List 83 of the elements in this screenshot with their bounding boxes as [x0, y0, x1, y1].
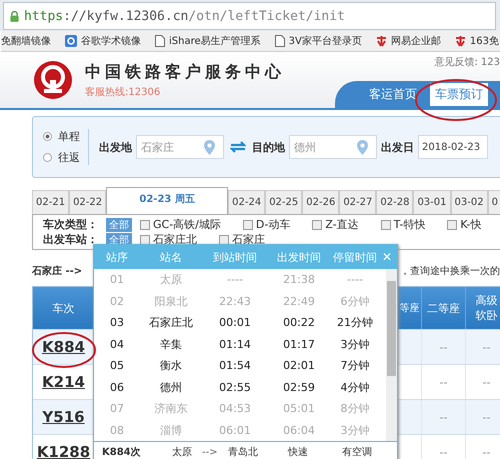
filter-checkbox[interactable]: K-快	[447, 217, 482, 232]
footer-type: 快速	[288, 446, 309, 459]
page-icon	[155, 35, 165, 47]
date-tab[interactable]: 03-02	[450, 190, 488, 214]
train-number-link[interactable]: K1288	[36, 443, 90, 459]
url-text: https://kyfw.12306.cn/otn/leftTicket/init	[24, 8, 345, 24]
address-field[interactable]: https://kyfw.12306.cn/otn/leftTicket/init	[3, 2, 496, 30]
filter-label: 出发车站：	[43, 232, 98, 247]
date-tab[interactable]: 02-21	[32, 190, 70, 214]
column-header: 停留时间	[332, 250, 378, 264]
feedback-text: 意见反馈: 123	[434, 56, 500, 69]
table-cell: --	[440, 340, 448, 354]
table-cell: --	[482, 340, 490, 354]
to-label: 目的地	[252, 140, 285, 154]
stop-row-text: 06 德州 02:55 02:59 4分钟	[109, 380, 370, 396]
site-title: 中国铁路客户服务中心	[85, 62, 285, 82]
footer-ac: 有空调	[342, 446, 373, 459]
column-header: 到站时间	[212, 250, 258, 264]
highlight-ellipse	[31, 331, 97, 369]
bookmark-item[interactable]: 网易企业邮	[376, 34, 441, 48]
filter-checkbox[interactable]: 石家庄	[219, 232, 265, 247]
bookmark-item[interactable]: 3V家平台登录页	[274, 34, 362, 48]
footer-to: 青岛北	[228, 446, 259, 459]
nav-tab[interactable]: 客运首页	[364, 83, 422, 106]
date-tab[interactable]: 02-25	[265, 190, 302, 214]
date-tab[interactable]: 02-22	[69, 190, 106, 214]
stop-row-text: 02 阳泉北 22:43 22:49 6分钟	[109, 294, 370, 310]
transfer-text: ，查询途中换乘一次的	[400, 264, 500, 278]
column-header: 站序	[105, 250, 129, 264]
date-field[interactable]: 2018-02-23	[418, 135, 488, 159]
scholar-icon	[65, 35, 77, 47]
date-tab[interactable]: 02-24	[228, 190, 266, 214]
stop-row-text: 08 淄博 06:01 06:04 3分钟	[109, 422, 370, 439]
filter-checkbox[interactable]: GC-高铁/城际	[140, 217, 221, 232]
page-icon	[274, 35, 285, 47]
date-tab[interactable]: 02-27	[339, 190, 376, 214]
train-number-link[interactable]: K214	[42, 373, 85, 391]
bookmark-item[interactable]: iShare易生产管理系	[155, 34, 261, 48]
train-number-link[interactable]: Y516	[42, 408, 85, 426]
table-cell: --	[440, 446, 448, 458]
date-tab[interactable]: 02-28	[376, 190, 414, 214]
filter-checkbox[interactable]: Z-直达	[312, 217, 359, 232]
railway-logo	[33, 60, 73, 100]
column-header: 站名	[159, 250, 183, 264]
footer-arrow: -->	[202, 446, 219, 458]
bookmark-item[interactable]: 谷歌学术镜像	[65, 34, 141, 48]
stop-row-text: 05 衡水 01:54 02:01 7分钟	[109, 358, 370, 374]
swap-icon[interactable]	[230, 141, 246, 153]
bookmark-item[interactable]: 免翻墙镜像	[1, 34, 51, 48]
table-cell: --	[440, 376, 448, 388]
lock-icon	[10, 10, 19, 22]
date-tab[interactable]: 0	[488, 190, 500, 214]
date-label: 出发日	[381, 140, 414, 154]
filter-checkbox[interactable]: T-特快	[380, 217, 426, 232]
filter-label: 车次类型：	[43, 217, 98, 232]
footer-train: K884次	[102, 446, 142, 459]
date-tab[interactable]: 03-01	[413, 190, 450, 214]
bookmark-item[interactable]: 163免	[454, 34, 499, 48]
stop-row-text: 03 石家庄北 00:01 00:22 21分钟	[109, 315, 374, 332]
netease-icon	[376, 35, 387, 47]
nav-tab[interactable]: 车票预订	[430, 83, 488, 106]
footer-from: 太原	[172, 446, 193, 459]
netease-icon	[454, 35, 466, 47]
column-header: 出发时间	[276, 250, 322, 264]
table-cell: --	[482, 446, 490, 458]
table-cell: --	[482, 376, 490, 388]
date-tab[interactable]: 02-23 周五	[106, 187, 228, 214]
location-pin-icon	[204, 140, 215, 154]
location-pin-icon	[357, 140, 368, 154]
filter-checkbox[interactable]: 石家庄北	[140, 232, 197, 247]
date-tab[interactable]: 02-26	[302, 190, 340, 214]
trip-type-radio[interactable]: 单程	[43, 129, 80, 144]
table-cell: --	[482, 410, 490, 424]
stop-row-text: 04 辛集 01:14 01:17 3分钟	[109, 336, 370, 353]
trip-type-radio[interactable]: 往返	[43, 150, 80, 165]
route-text: 石家庄 -->	[32, 264, 82, 278]
scrollbar[interactable]	[386, 269, 397, 441]
stop-row-text: 01 太原 ---- 21:38 ----	[109, 272, 364, 288]
from-label: 出发地	[99, 140, 132, 154]
stop-row-text: 07 济南东 04:53 05:01 8分钟	[109, 401, 370, 418]
filter-checkbox[interactable]: D-动车	[242, 217, 290, 232]
table-cell: --	[440, 410, 448, 424]
hotline-text: 客服热线:12306	[85, 86, 162, 98]
